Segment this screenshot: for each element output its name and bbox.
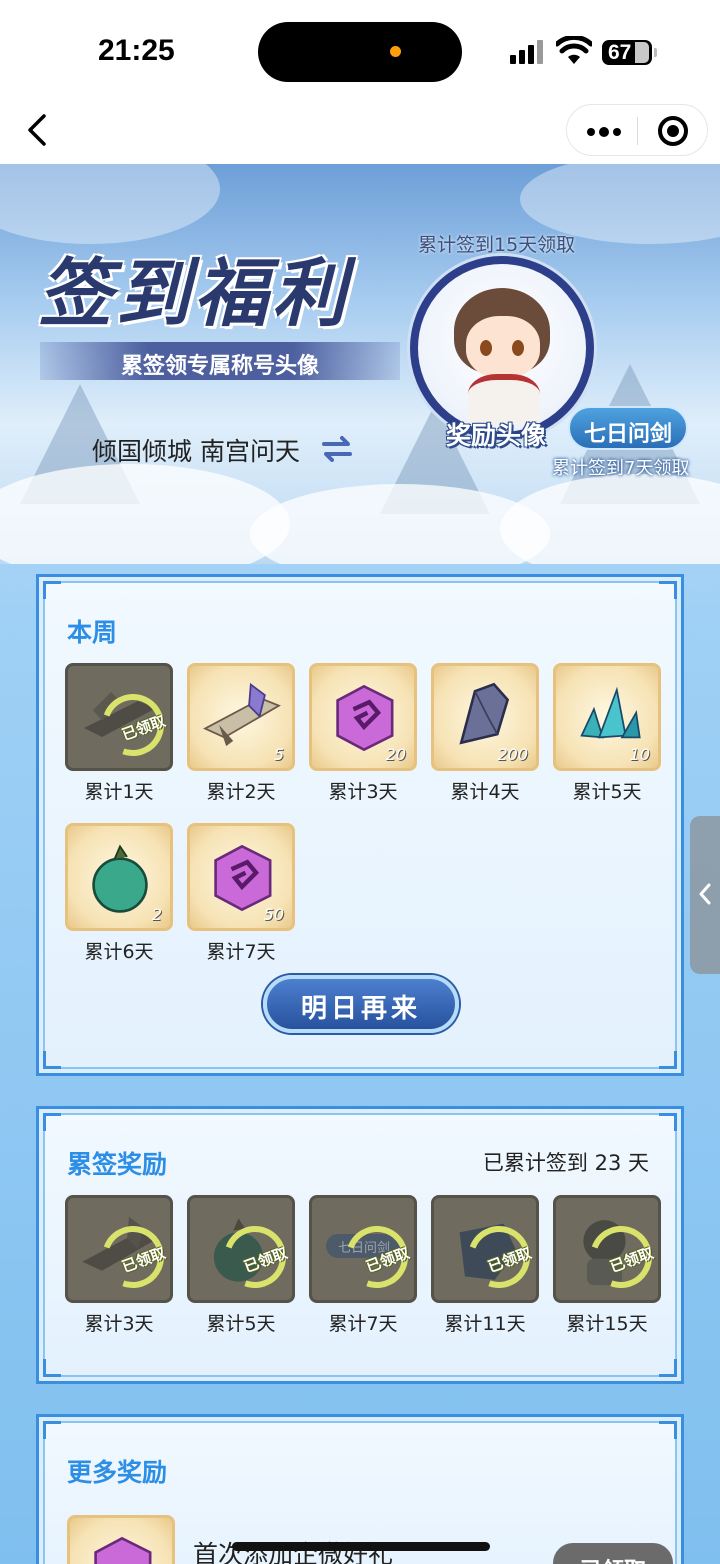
- claimed-button[interactable]: 已领取: [553, 1543, 673, 1564]
- more-dots-icon[interactable]: [577, 111, 629, 151]
- cumulative-tile-15[interactable]: 已领取: [553, 1195, 663, 1303]
- battery-level: 67: [608, 41, 632, 64]
- hero-subtitle: 累签领专属称号头像: [120, 354, 319, 379]
- signal-icon: [510, 40, 546, 64]
- more-rewards-title: 更多奖励: [67, 1458, 168, 1487]
- cumulative-tile-7[interactable]: 七日问剑 已领取: [309, 1195, 419, 1303]
- reward-tile-day4[interactable]: 200: [431, 663, 539, 771]
- more-reward-tile: [67, 1515, 175, 1564]
- reward-tile-day5[interactable]: 10: [553, 663, 661, 771]
- switch-arrows-icon[interactable]: [322, 434, 352, 462]
- hero-title: 签到福利: [38, 251, 350, 337]
- status-time: 21:25: [98, 34, 175, 67]
- target-close-icon[interactable]: [651, 111, 695, 151]
- jade-token-icon: [94, 1536, 152, 1564]
- reward-tile-day3[interactable]: 20: [309, 663, 417, 771]
- come-back-tomorrow-button[interactable]: 明日再来: [263, 975, 459, 1033]
- note-7-days: 累计签到7天领取: [552, 458, 690, 479]
- nav-bar: [0, 100, 720, 164]
- home-indicator: [232, 1542, 490, 1551]
- reward-tile-day2[interactable]: 5: [187, 663, 295, 771]
- cumulative-panel: 累签奖励 已累计签到 23 天 已领取 累计3天 已领取 累计5天 七日问剑 已…: [36, 1106, 684, 1384]
- battery-icon: 67: [602, 40, 657, 65]
- side-drawer-tab[interactable]: [690, 816, 720, 974]
- weekly-panel: 本周 已领取 累计1天 5 累计2天 20 累计3天 200 累计4天 10 累…: [36, 574, 684, 1076]
- cumulative-tile-3[interactable]: 已领取: [65, 1195, 175, 1303]
- dynamic-island: [258, 22, 462, 82]
- status-bar: 21:25 67: [0, 0, 720, 100]
- cumulative-tile-5[interactable]: 已领取: [187, 1195, 297, 1303]
- title-badge: 七日问剑: [568, 406, 688, 450]
- cumulative-title: 累签奖励: [67, 1150, 168, 1179]
- reward-tile-day6[interactable]: 2: [65, 823, 173, 931]
- hero-subtitle-bar: 累签领专属称号头像: [40, 342, 400, 380]
- chevron-left-icon: [699, 883, 711, 905]
- user-role-name: 倾国倾城 南宫问天: [92, 437, 300, 466]
- reward-tile-day1[interactable]: 已领取: [65, 663, 175, 771]
- avatar-label: 奖励头像: [446, 421, 547, 450]
- cumulative-tile-11[interactable]: 已领取: [431, 1195, 541, 1303]
- chevron-left-icon[interactable]: [20, 108, 60, 152]
- note-15-days: 累计签到15天领取: [418, 234, 576, 256]
- cumulative-summary: 已累计签到 23 天: [482, 1151, 649, 1175]
- medicine-pouch-icon: [92, 844, 148, 913]
- mini-program-capsule: [566, 104, 708, 156]
- hero-banner: 签到福利 累签领专属称号头像 累计签到15天领取 奖励头像 七日问剑 累计签到7…: [0, 164, 720, 564]
- reward-tile-day7[interactable]: 50: [187, 823, 295, 931]
- recording-dot-icon: [390, 46, 401, 57]
- wifi-icon: [556, 36, 592, 64]
- weekly-title: 本周: [67, 618, 118, 647]
- reward-avatar: [410, 256, 594, 440]
